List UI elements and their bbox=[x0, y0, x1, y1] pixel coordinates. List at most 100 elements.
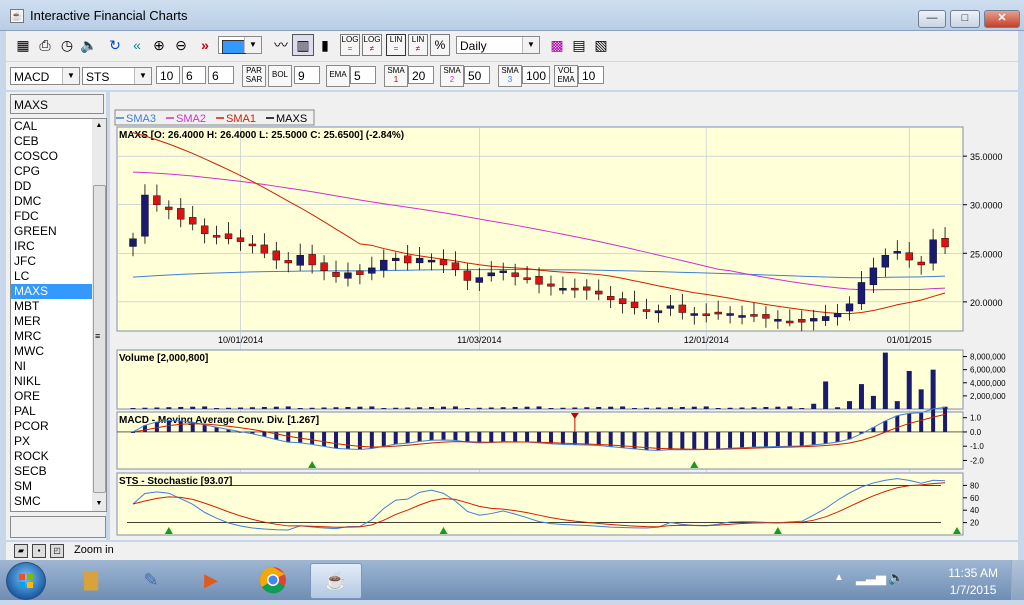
zoom-out-icon[interactable]: ⊖ bbox=[170, 34, 192, 56]
candlestick-chart-icon[interactable]: ▮ bbox=[314, 34, 336, 56]
indicator1-select[interactable]: MACD ▼ bbox=[10, 67, 80, 85]
minimize-button[interactable]: — bbox=[918, 10, 946, 28]
macd-histogram-bar bbox=[763, 431, 768, 447]
symbol-list-item[interactable]: CEB bbox=[11, 134, 93, 149]
par-sar-button[interactable]: PAR SAR bbox=[242, 65, 266, 87]
symbol-list-item[interactable]: SECB bbox=[11, 464, 93, 479]
symbol-list-item[interactable]: SM bbox=[11, 479, 93, 494]
percent-button[interactable]: % bbox=[430, 34, 450, 56]
candle-down bbox=[272, 250, 281, 261]
symbol-list-item[interactable]: MBT bbox=[11, 299, 93, 314]
volume-bar bbox=[273, 406, 279, 409]
bol-button[interactable]: BOL bbox=[268, 65, 292, 87]
sma1-button[interactable]: SMA 1 bbox=[384, 65, 408, 87]
symbol-list-item[interactable]: COSCO bbox=[11, 149, 93, 164]
speaker-icon[interactable]: 🔈 bbox=[78, 34, 100, 56]
symbol-list-item[interactable]: JFC bbox=[11, 254, 93, 269]
symbol-list-item[interactable]: IRC bbox=[11, 239, 93, 254]
data-grid-icon[interactable]: ▤ bbox=[568, 34, 590, 56]
rewind-icon[interactable]: « bbox=[126, 34, 148, 56]
maximize-button[interactable]: □ bbox=[950, 10, 980, 28]
period-select[interactable]: Daily ▼ bbox=[456, 36, 540, 54]
symbol-list-item[interactable]: ROCK bbox=[11, 449, 93, 464]
sma3-button[interactable]: SMA 3 bbox=[498, 65, 522, 87]
symbol-list-item[interactable]: PX bbox=[11, 434, 93, 449]
timer-icon[interactable]: ◷ bbox=[56, 34, 78, 56]
vol-ema-button[interactable]: VOL EMA bbox=[554, 65, 578, 87]
symbol-list-item[interactable]: PAL bbox=[11, 404, 93, 419]
tray-expand-icon[interactable]: ▲ bbox=[834, 572, 844, 583]
sma1-input[interactable]: 20 bbox=[408, 66, 434, 84]
clock[interactable]: 11:35 AM 1/7/2015 bbox=[948, 565, 998, 599]
scroll-down-icon[interactable]: ▼ bbox=[92, 497, 106, 511]
open-icon[interactable]: ▰ bbox=[14, 544, 28, 558]
show-desktop-button[interactable] bbox=[1011, 560, 1024, 600]
log-notequal-button[interactable]: LOG ≠ bbox=[362, 34, 382, 56]
symbol-list-item[interactable]: LC bbox=[11, 269, 93, 284]
fit-icon[interactable]: ◰ bbox=[50, 544, 64, 558]
bar-chart-icon[interactable]: ▥ bbox=[292, 34, 314, 56]
symbol-list-item[interactable]: DD bbox=[11, 179, 93, 194]
symbol-list-scrollbar[interactable]: ▲ ≡ ▼ bbox=[92, 118, 107, 512]
macd-histogram-bar bbox=[883, 420, 888, 432]
symbol-list-item[interactable]: CAL bbox=[11, 119, 93, 134]
symbol-list-item[interactable]: DMC bbox=[11, 194, 93, 209]
ema-button[interactable]: EMA bbox=[326, 65, 350, 87]
fast-forward-icon[interactable]: » bbox=[194, 34, 216, 56]
line-chart-icon[interactable]: 〰 bbox=[270, 34, 292, 56]
symbol-list-item[interactable]: ORE bbox=[11, 389, 93, 404]
ema-input[interactable]: 5 bbox=[350, 66, 376, 84]
bottom-field[interactable] bbox=[10, 516, 106, 538]
symbol-list-item[interactable]: CPG bbox=[11, 164, 93, 179]
media-player-icon[interactable]: ▶ bbox=[186, 563, 236, 597]
open-chart-icon[interactable]: ▦ bbox=[12, 34, 34, 56]
macd-histogram-bar bbox=[453, 431, 458, 441]
report-icon[interactable]: ▧ bbox=[590, 34, 612, 56]
java-app-task[interactable]: ☕ bbox=[310, 563, 362, 599]
symbol-list-item[interactable]: MER bbox=[11, 314, 93, 329]
palette-icon[interactable]: ▩ bbox=[546, 34, 568, 56]
symbol-list-item[interactable]: MWC bbox=[11, 344, 93, 359]
symbol-list-item[interactable]: MRC bbox=[11, 329, 93, 344]
chart-svg[interactable]: SMA3 SMA2 SMA1 MAXS 35.0000 30.0000 25.0000 20.… bbox=[110, 92, 1018, 540]
symbol-input[interactable]: MAXS bbox=[10, 94, 104, 114]
bol-input[interactable]: 9 bbox=[294, 66, 320, 84]
param2-input[interactable]: 6 bbox=[182, 66, 206, 84]
scroll-thumb[interactable]: ≡ bbox=[93, 185, 106, 493]
save-icon[interactable]: ▪ bbox=[32, 544, 46, 558]
paint-app-icon[interactable]: ✎ bbox=[126, 563, 176, 597]
lin-notequal-button[interactable]: LIN ≠ bbox=[408, 34, 428, 56]
volume-icon[interactable]: 🔈 bbox=[888, 570, 904, 586]
symbol-list-item[interactable]: NI bbox=[11, 359, 93, 374]
symbol-list-item[interactable]: FDC bbox=[11, 209, 93, 224]
lin-equal-button[interactable]: LIN = bbox=[386, 34, 406, 56]
symbol-list-item[interactable]: SMC bbox=[11, 494, 93, 509]
param3-input[interactable]: 6 bbox=[208, 66, 234, 84]
refresh-icon[interactable]: ↻ bbox=[104, 34, 126, 56]
symbol-list-item[interactable]: NIKL bbox=[11, 374, 93, 389]
vol-ema-input[interactable]: 10 bbox=[578, 66, 604, 84]
symbol-list-item[interactable]: MAXS bbox=[11, 284, 93, 299]
log-equal-button[interactable]: LOG = bbox=[340, 34, 360, 56]
symbol-list-item[interactable]: GREEN bbox=[11, 224, 93, 239]
volume-bar bbox=[297, 408, 303, 409]
close-button[interactable]: ✕ bbox=[984, 10, 1020, 28]
sma2-button[interactable]: SMA 2 bbox=[440, 65, 464, 87]
indicator2-select[interactable]: STS ▼ bbox=[82, 67, 152, 85]
sma3-input[interactable]: 100 bbox=[522, 66, 550, 84]
file-explorer-icon[interactable]: ▇ bbox=[66, 563, 116, 597]
param1-input[interactable]: 10 bbox=[156, 66, 180, 84]
start-button[interactable] bbox=[6, 562, 46, 600]
print-icon[interactable]: ⎙ bbox=[34, 34, 56, 56]
chrome-icon[interactable] bbox=[248, 563, 298, 597]
scroll-up-icon[interactable]: ▲ bbox=[92, 119, 106, 133]
volume-bar bbox=[476, 407, 482, 409]
macd-histogram-bar bbox=[525, 431, 530, 443]
zoom-in-icon[interactable]: ⊕ bbox=[148, 34, 170, 56]
chart-area[interactable]: SMA3 SMA2 SMA1 MAXS 35.0000 30.0000 25.0000 20.… bbox=[110, 92, 1018, 540]
color-select[interactable]: ▼ bbox=[218, 36, 262, 54]
macd-histogram-bar bbox=[751, 431, 756, 448]
sma2-input[interactable]: 50 bbox=[464, 66, 490, 84]
network-icon[interactable]: ▂▃▅ bbox=[856, 570, 886, 586]
symbol-list-item[interactable]: PCOR bbox=[11, 419, 93, 434]
